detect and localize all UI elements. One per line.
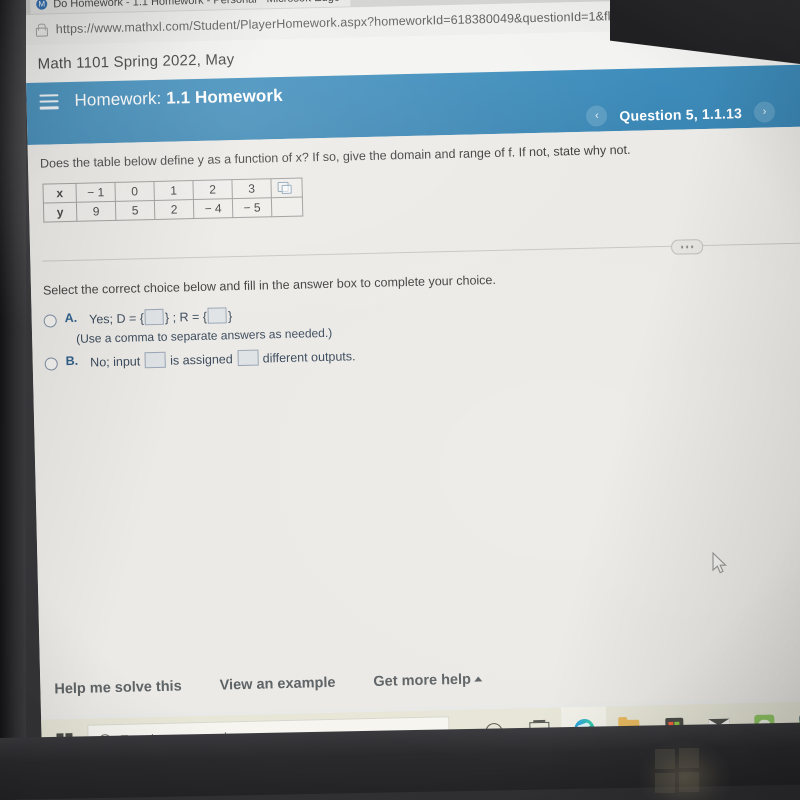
search-placeholder: Type here to search [120, 730, 232, 747]
question-prompt: Does the table below define y as a funct… [39, 142, 631, 171]
help-links: Help me solve this View an example Get m… [54, 671, 482, 697]
choice-a-text-after: } [227, 309, 233, 324]
row-label-x: x [42, 183, 77, 203]
search-icon [98, 733, 112, 747]
microsoft-edge-icon[interactable] [560, 706, 607, 752]
page-title-prefix: Homework: [74, 88, 162, 110]
chevron-left-icon[interactable]: ‹ [586, 105, 608, 127]
choice-a-text-before: Yes; D = { [89, 311, 145, 327]
get-more-help-button[interactable]: Get more help [373, 671, 482, 690]
microsoft-store-icon[interactable] [651, 704, 697, 749]
table-empty-cell [271, 196, 303, 217]
mail-icon[interactable] [696, 703, 742, 748]
answer-box-outputs[interactable] [236, 349, 259, 366]
answer-instruction: Select the correct choice below and fill… [42, 272, 497, 298]
choice-b-body: No; input is assigned different outputs. [90, 347, 356, 372]
choice-letter-b: B. [65, 353, 79, 368]
x-cell: − 1 [75, 182, 116, 203]
task-view-icon[interactable] [516, 708, 562, 753]
search-input[interactable]: Type here to search [87, 716, 450, 757]
y-cell: 9 [76, 201, 116, 222]
y-cell: − 5 [232, 197, 272, 218]
choice-b-text-before: No; input [90, 353, 141, 370]
page-title-assignment: 1.1 Homework [165, 85, 283, 108]
game-app-icon[interactable] [786, 701, 800, 746]
computer-screen: M Do Homework - 1.1 Homework - Personal … [24, 0, 800, 764]
green-app-icon[interactable] [741, 702, 787, 747]
x-cell: 1 [153, 180, 194, 201]
exercise-body: Does the table below define y as a funct… [27, 126, 800, 716]
cortana-icon[interactable] [471, 709, 517, 754]
row-label-y: y [43, 202, 77, 222]
choice-b-text-middle: is assigned [170, 351, 233, 368]
windows-start-icon[interactable] [41, 719, 88, 764]
view-an-example-link[interactable]: View an example [219, 675, 335, 694]
ellipsis-toggle-icon[interactable] [670, 238, 704, 255]
radio-button-a[interactable] [43, 314, 57, 328]
monitor-bezel-left [0, 0, 26, 800]
y-cell: 2 [154, 199, 194, 220]
answer-box-input[interactable] [144, 351, 166, 368]
photo-of-screen: M Do Homework - 1.1 Homework - Personal … [0, 0, 800, 800]
y-cell: − 4 [193, 198, 233, 219]
mathxl-favicon: M [36, 0, 48, 10]
xy-data-table: x − 1 0 1 2 3 y 9 5 2 − 4 − 5 [42, 177, 304, 223]
answer-box-domain[interactable] [144, 308, 165, 326]
x-cell: 3 [231, 178, 272, 199]
y-cell: 5 [115, 200, 155, 221]
choice-b-text-after: different outputs. [262, 348, 356, 366]
question-navigation: ‹ Question 5, 1.1.13 › [586, 101, 776, 127]
choice-a-body: Yes; D = { } ; R = {} [89, 307, 232, 329]
caret-up-icon [473, 676, 482, 682]
x-cell: 2 [192, 179, 233, 200]
chevron-right-icon[interactable]: › [753, 101, 776, 123]
radio-button-b[interactable] [44, 356, 58, 371]
section-divider [42, 238, 800, 262]
taskbar-items [471, 700, 800, 754]
question-label: Question 5, 1.1.13 [619, 104, 743, 124]
reflected-windows-logo-icon [655, 748, 701, 794]
copy-to-clipboard-icon[interactable] [270, 177, 303, 198]
file-explorer-icon[interactable] [606, 705, 652, 750]
hamburger-menu-icon[interactable] [39, 93, 59, 110]
get-more-help-label: Get more help [373, 671, 472, 690]
screen-reflection [640, 742, 730, 800]
lock-icon [35, 22, 48, 37]
help-me-solve-this-link[interactable]: Help me solve this [54, 678, 182, 697]
page-title: Homework: 1.1 Homework [74, 86, 283, 111]
choice-a-text-middle: } ; R = { [164, 309, 208, 325]
choice-letter-a: A. [64, 310, 78, 326]
x-cell: 0 [114, 181, 155, 202]
answer-box-range[interactable] [207, 307, 228, 324]
